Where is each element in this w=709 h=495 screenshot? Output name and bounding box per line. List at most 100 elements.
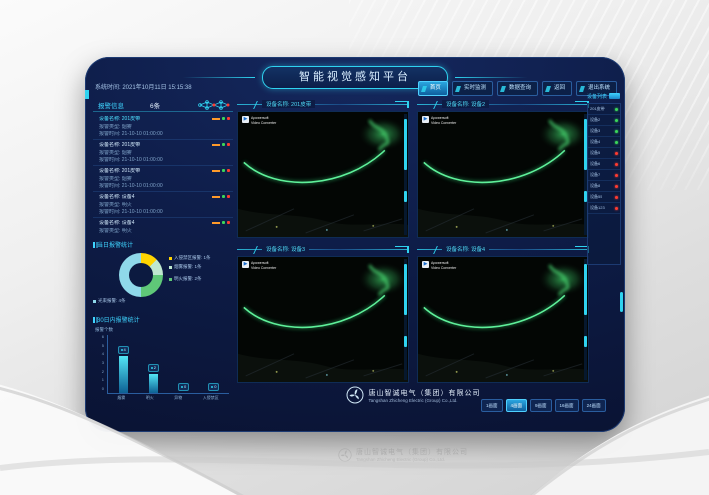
alarm-indicators: [212, 143, 230, 146]
dot-icon: [211, 386, 213, 388]
bar-plot: 4 2 0 0: [107, 335, 229, 394]
donut-label: 光束报警: 4条: [93, 298, 126, 304]
alarm-time: 报警时间: 21-10-10 01:00:00: [99, 209, 229, 217]
nav-home-button[interactable]: 首页: [418, 81, 448, 96]
status-dot-icon: [615, 152, 618, 155]
status-dot-icon: [615, 163, 618, 166]
status-dot-icon: [615, 130, 618, 133]
alarm-list-item[interactable]: 设备名称: 设备4 报警类型: 明火 报警时间: 21-10-10 01:00:…: [93, 192, 233, 218]
alarm-count-badge: 6条: [150, 100, 160, 110]
device-list-action-button[interactable]: [609, 93, 620, 99]
video-scrollbar[interactable]: [584, 259, 587, 380]
video-scrollbar[interactable]: [404, 259, 407, 380]
device-list-item[interactable]: 设备7: [588, 170, 620, 181]
video-panel-header: 设备名称: 设备2: [417, 99, 589, 111]
device-list-item[interactable]: 设备123: [588, 203, 620, 214]
bar-value-badge: 0: [178, 383, 189, 391]
dashboard: 系统时间: 2021年10月11日 15:15:38 智能视觉感知平台 首页 实…: [85, 57, 625, 432]
warning-indicator-icon: [212, 170, 220, 172]
watermark-logo-icon: ▶: [422, 116, 429, 123]
device-list-item[interactable]: 设备3: [588, 126, 620, 137]
ok-indicator-icon: [222, 195, 225, 198]
device-list-item[interactable]: 设备2: [588, 115, 620, 126]
alert-indicator-icon: [227, 143, 230, 146]
video-feed[interactable]: ▶ ApowersoftVideo Converter: [237, 111, 409, 238]
nav-back-button[interactable]: 返回: [542, 81, 572, 96]
view-1-button[interactable]: 1画面: [481, 399, 503, 412]
device-list-item[interactable]: 设备55: [588, 192, 620, 203]
alarm-list-item[interactable]: 设备名称: 201皮带 报警类型: 烟雾 报警时间: 21-10-10 01:0…: [93, 140, 233, 166]
donut-label: 烟雾报警: 1条: [169, 264, 202, 270]
view-4-button[interactable]: 4画面: [506, 399, 528, 412]
dot-icon: [181, 386, 183, 388]
alarm-panel-title: 报警信息: [98, 100, 124, 110]
nav-query-button[interactable]: 数据查询: [497, 81, 538, 96]
status-dot-icon: [615, 185, 618, 188]
bar-value-badge: 4: [118, 346, 129, 354]
device-list-item[interactable]: 设备5: [588, 148, 620, 159]
video-feed[interactable]: ▶ ApowersoftVideo Converter: [237, 256, 409, 383]
bar: [149, 374, 158, 393]
swatch-icon: [169, 266, 172, 269]
warning-indicator-icon: [212, 196, 220, 198]
camera-scene: [418, 112, 588, 237]
bar-column: 4: [118, 335, 129, 393]
alarm-device: 设备名称: 设备4: [99, 194, 229, 202]
device-list-item[interactable]: 设备4: [588, 137, 620, 148]
company-logo-icon: [346, 386, 364, 404]
camera-scene: [238, 257, 408, 382]
camera-scene: [418, 257, 588, 382]
video-scrollbar[interactable]: [584, 114, 587, 235]
video-feed[interactable]: ▶ ApowersoftVideo Converter: [417, 256, 589, 383]
alarm-list-item[interactable]: 设备名称: 设备4 报警类型: 明火 报警时间: 21-10-10 01:00:…: [93, 218, 233, 235]
alarm-list: 设备名称: 201皮带 报警类型: 烟雾 报警时间: 21-10-10 01:0…: [93, 114, 233, 235]
ghost-watermark: 唐山智诚电气（集团）有限公司 Tangshan Zhicheng Electri…: [338, 447, 468, 462]
view-16-button[interactable]: 16画面: [555, 399, 579, 412]
swatch-icon: [169, 278, 172, 281]
alert-indicator-icon: [227, 195, 230, 198]
video-panel-header: 设备名称: 设备3: [237, 244, 409, 256]
view-24-button[interactable]: 24画面: [582, 399, 606, 412]
y-axis-label: 报警个数: [95, 327, 113, 333]
video-panel-header: 设备名称: 201皮带: [237, 99, 409, 111]
alarm-indicators: [212, 117, 230, 120]
video-feed[interactable]: ▶ ApowersoftVideo Converter: [417, 111, 589, 238]
device-list-panel: 设备列表 201皮带 设备2 设备3 设备4 设备5 设备6 设备7 设备8 设…: [587, 91, 621, 265]
alarm-device: 设备名称: 201皮带: [99, 116, 229, 124]
alarm-panel: 报警信息 6条 设备名称: 201: [93, 99, 233, 428]
alarm-indicators: [212, 221, 230, 224]
device-list-header: 设备列表: [587, 91, 621, 101]
alarm-type: 报警类型: 烟雾: [99, 124, 229, 132]
status-dot-icon: [615, 207, 618, 210]
alarm-indicators: [212, 195, 230, 198]
device-list-item[interactable]: 201皮带: [588, 104, 620, 115]
bar: [119, 356, 128, 393]
ok-indicator-icon: [222, 143, 225, 146]
view-9-button[interactable]: 9画面: [530, 399, 552, 412]
molecule-icon: [196, 99, 232, 111]
camera-scene: [238, 112, 408, 237]
warning-indicator-icon: [212, 118, 220, 120]
video-watermark: ▶ ApowersoftVideo Converter: [422, 116, 456, 125]
today-stats-chart: 入侵禁区报警: 1条 烟雾报警: 1条 明火报警: 2条 光束报警: 4条: [93, 252, 233, 310]
company-name-en: Tangshan Zhicheng Electric (Group) Co.,L…: [369, 398, 481, 403]
alarm-list-item[interactable]: 设备名称: 201皮带 报警类型: 烟雾 报警时间: 21-10-10 01:0…: [93, 114, 233, 140]
warning-indicator-icon: [212, 144, 220, 146]
video-watermark: ▶ ApowersoftVideo Converter: [242, 261, 276, 270]
device-list-item[interactable]: 设备8: [588, 181, 620, 192]
alarm-time: 报警时间: 21-10-10 01:00:00: [99, 157, 229, 165]
video-panel-3: 设备名称: 设备3 ▶ Apowersof: [237, 244, 409, 383]
y-axis-ticks: 654 321 0: [95, 335, 104, 391]
dot-icon: [121, 349, 123, 351]
alarm-device: 设备名称: 201皮带: [99, 142, 229, 150]
alarm-list-item[interactable]: 设备名称: 201皮带 报警类型: 烟雾 报警时间: 21-10-10 01:0…: [93, 166, 233, 192]
warning-indicator-icon: [212, 222, 220, 224]
device-list-item[interactable]: 设备6: [588, 159, 620, 170]
watermark-logo-icon: ▶: [242, 261, 249, 268]
donut-label: 入侵禁区报警: 1条: [169, 255, 211, 261]
video-scrollbar[interactable]: [404, 114, 407, 235]
company-name-cn: 唐山智诚电气（集团）有限公司: [369, 388, 481, 398]
right-edge-scrollbar[interactable]: [620, 292, 623, 312]
alarm-time: 报警时间: 21-10-10 01:00:00: [99, 183, 229, 191]
nav-live-button[interactable]: 实时监测: [452, 81, 493, 96]
